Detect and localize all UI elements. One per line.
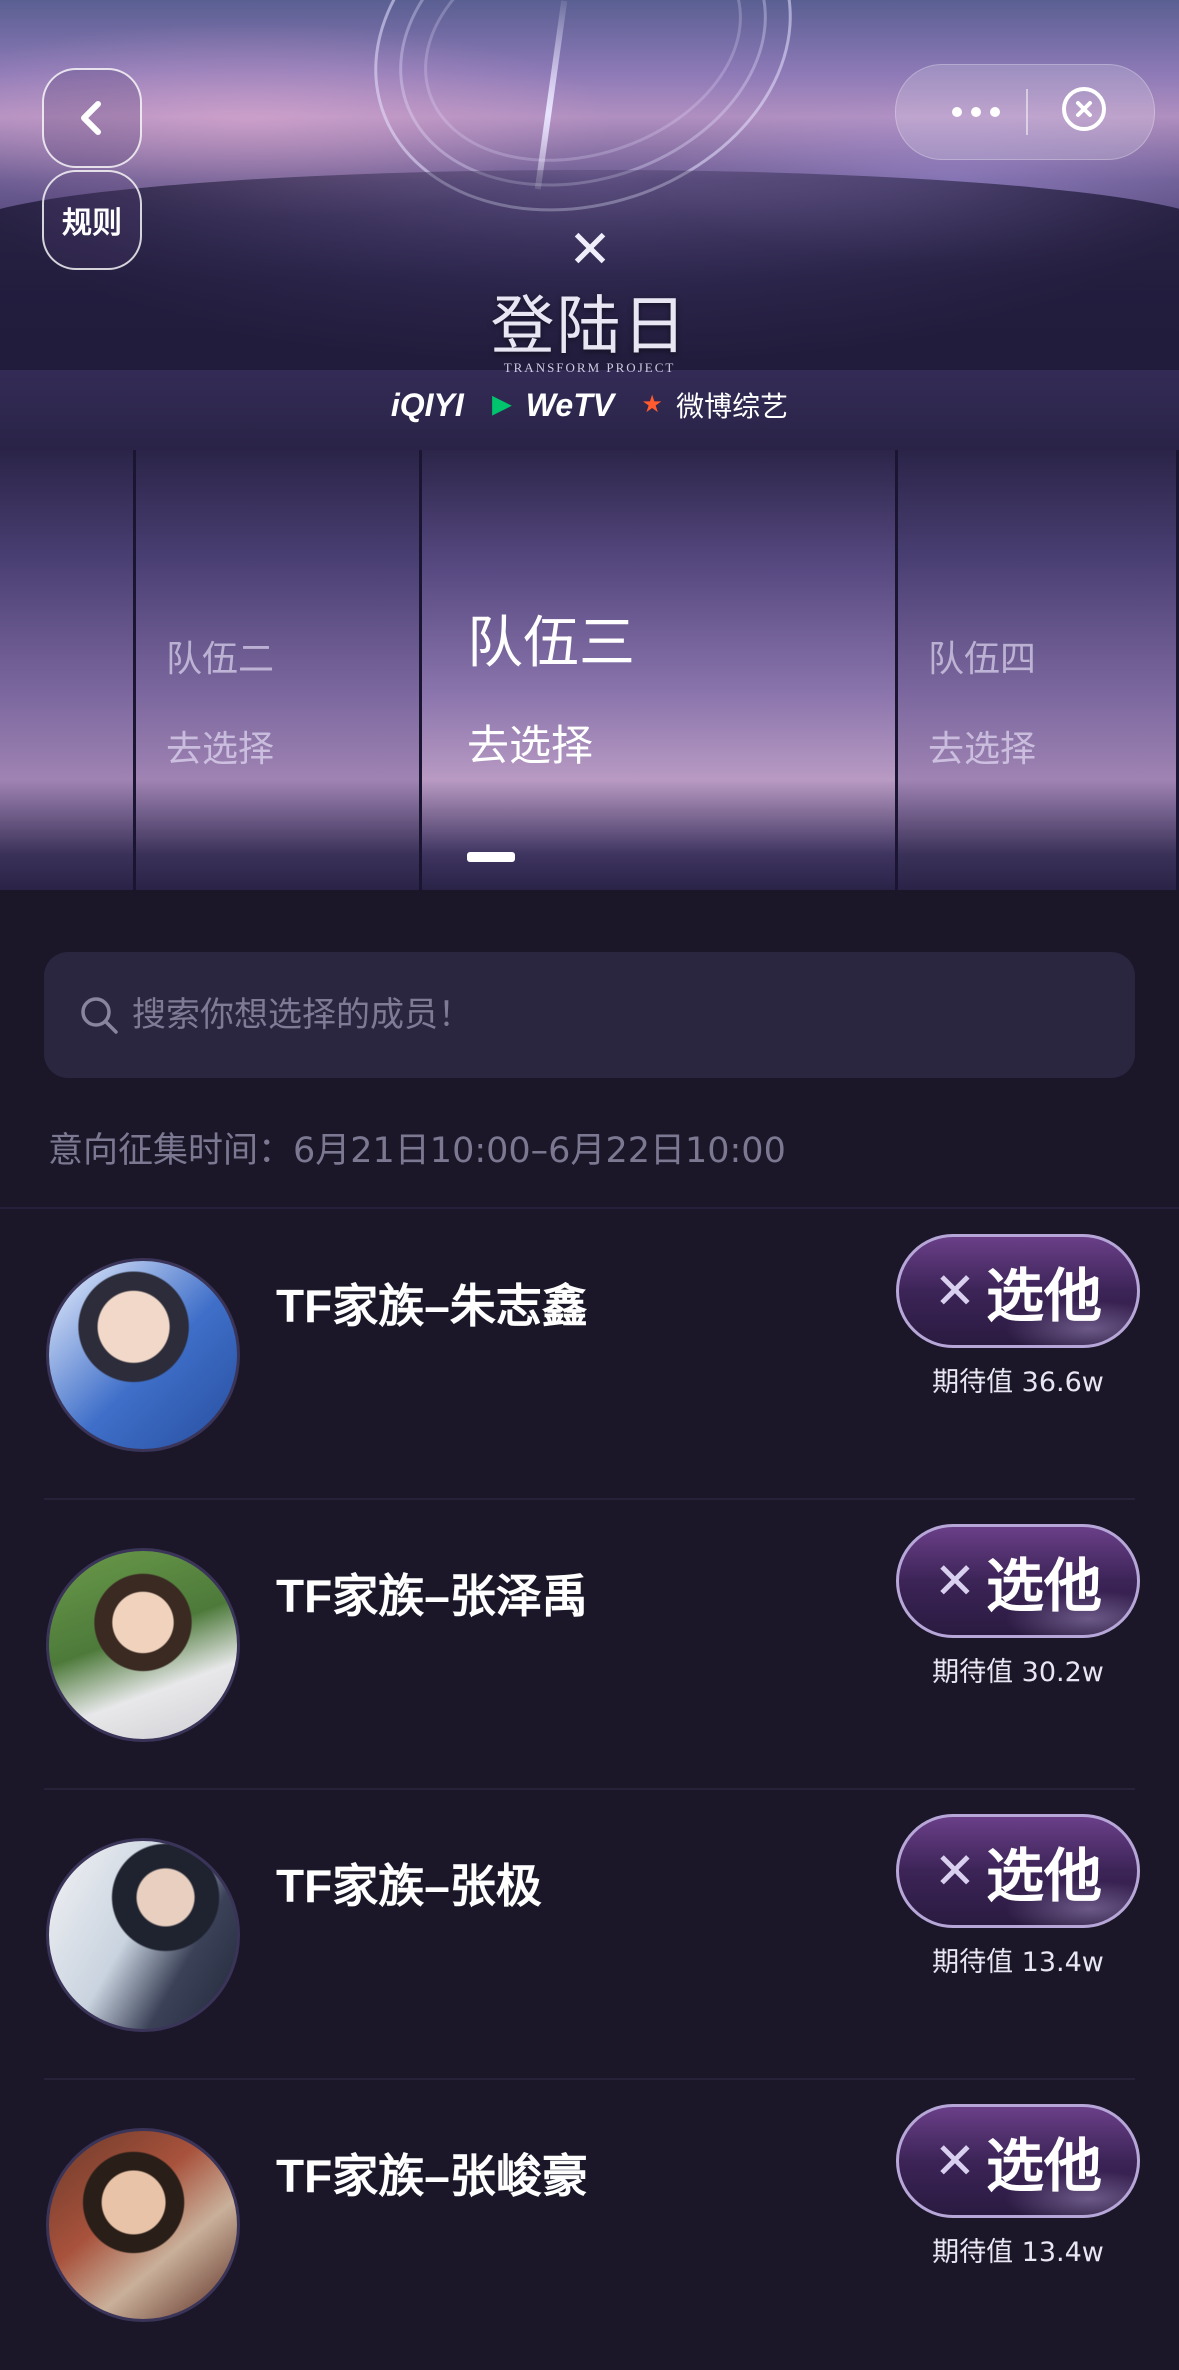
select-button-label: 选他 [985,1842,1102,1910]
play-icon: ▶ [492,391,512,418]
partner-iqiyi-label: iQIYI [390,386,464,423]
team-select-link[interactable]: 去选择 [467,712,593,773]
team-select-link[interactable]: 去选择 [928,720,1036,772]
divider [0,1207,1179,1209]
list-item: TF家族–朱志鑫 ✕ 选他 期待值 36.6w [0,1210,1179,1500]
show-logo: 登陆日 [490,290,689,364]
expect-value: 期待值 30.2w [932,1657,1104,1688]
team-card-4[interactable]: 队伍四 去选择 [895,450,1179,890]
team-card-3[interactable]: 队伍三 去选择 [419,450,898,890]
list-item: TF家族–张泽禹 ✕ 选他 期待值 30.2w [0,1500,1179,1790]
avatar [46,2128,240,2322]
back-icon [81,101,101,135]
mini-program-capsule [895,64,1155,160]
member-name: TF家族–张泽禹 [276,1570,588,1622]
capsule-divider [1026,89,1028,135]
avatar [46,1548,240,1742]
partner-wetv-label: WeTV [525,386,615,423]
search-bar[interactable] [44,952,1135,1078]
select-button[interactable]: ✕ 选他 [896,1814,1140,1928]
select-button[interactable]: ✕ 选他 [896,1234,1140,1348]
partner-logos: iQIYI ▶ WeTV ★ 微博综艺 [0,385,1179,425]
x-logo-icon: ✕ [568,220,612,280]
avatar [46,1838,240,2032]
team-select-link[interactable]: 去选择 [166,720,274,772]
back-button[interactable] [42,68,142,168]
show-subtitle: TRANSFORM PROJECT [503,360,676,375]
partner-weibo: ★ 微博综艺 [636,385,788,425]
more-icon[interactable] [936,65,1016,159]
team-name: 队伍四 [928,639,1037,680]
expect-value: 期待值 13.4w [932,2237,1104,2268]
search-icon [81,997,118,1034]
x-logo-icon: ✕ [934,1262,976,1320]
partner-wetv: ▶ WeTV [486,386,615,424]
expect-value: 期待值 13.4w [932,1947,1104,1978]
expect-value: 期待值 36.6w [932,1367,1104,1398]
team-card-partial[interactable] [0,450,135,890]
partner-weibo-label: 微博综艺 [676,391,789,422]
list-item: TF家族–张峻豪 ✕ 选他 期待值 13.4w [0,2080,1179,2370]
search-input[interactable] [130,984,1034,1046]
select-button-label: 选他 [985,1262,1102,1330]
x-logo-icon: ✕ [934,2132,976,2190]
select-button-label: 选他 [985,1552,1102,1620]
team-name: 队伍二 [166,639,275,680]
x-logo-icon: ✕ [934,1552,976,1610]
star-icon: ★ [641,391,663,418]
member-name: TF家族–张极 [276,1860,542,1912]
team-card-2[interactable]: 队伍二 去选择 [133,450,422,890]
close-glyph [1076,101,1092,117]
avatar [46,1258,240,1452]
partner-iqiyi: iQIYI [391,387,464,424]
select-button[interactable]: ✕ 选他 [896,1524,1140,1638]
member-name: TF家族–张峻豪 [276,2150,588,2202]
list-item: TF家族–张极 ✕ 选他 期待值 13.4w [0,1790,1179,2080]
select-button-label: 选他 [985,2132,1102,2200]
close-icon[interactable] [1062,87,1106,131]
team-carousel: 队伍二 去选择 队伍三 去选择 队伍四 去选择 [0,450,1179,890]
select-button[interactable]: ✕ 选他 [896,2104,1140,2218]
x-logo-icon: ✕ [934,1842,976,1900]
collect-time: 意向征集时间：6月21日10:00–6月22日10:00 [48,1131,786,1171]
team-name: 队伍三 [467,611,635,676]
member-name: TF家族–朱志鑫 [276,1280,588,1332]
rules-button[interactable]: 规则 [42,170,142,270]
active-indicator [467,852,515,862]
